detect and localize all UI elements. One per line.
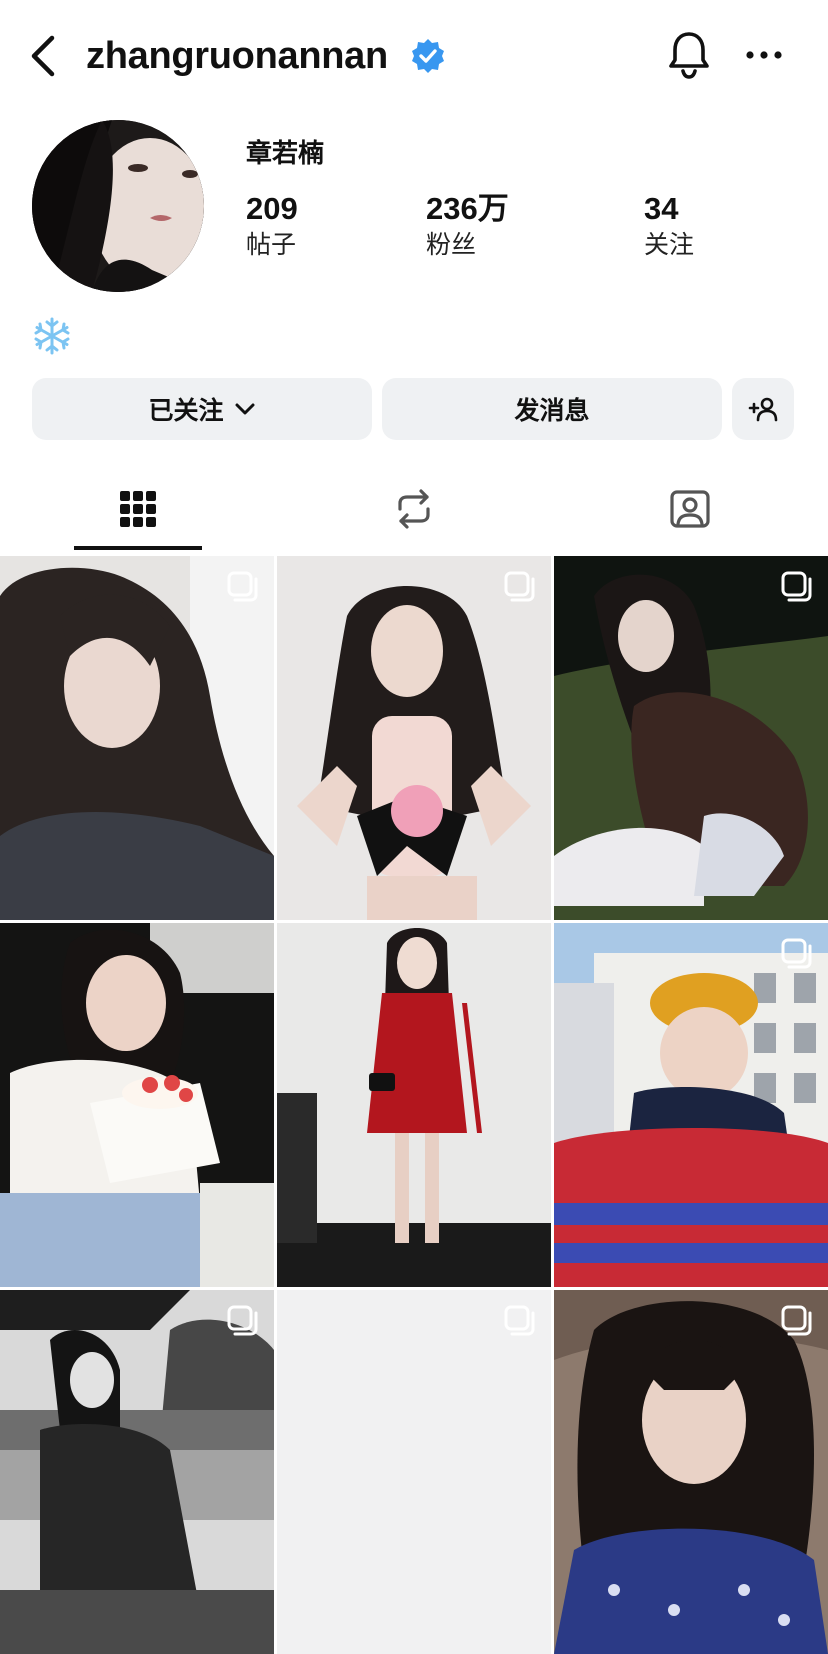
active-tab-indicator bbox=[74, 546, 202, 550]
posts-count: 209 bbox=[246, 191, 298, 226]
post-thumbnail[interactable] bbox=[0, 1290, 274, 1654]
suggested-users-button[interactable] bbox=[732, 378, 794, 440]
followers-label: 粉丝 bbox=[426, 231, 477, 259]
post-photo bbox=[554, 556, 828, 920]
message-button-label: 发消息 bbox=[514, 397, 590, 425]
avatar-photo bbox=[32, 120, 204, 292]
multiple-photos-icon bbox=[781, 938, 812, 969]
tab-posts[interactable] bbox=[0, 466, 276, 552]
following-button-label: 已关注 bbox=[148, 397, 224, 425]
back-chevron-icon[interactable] bbox=[22, 32, 66, 80]
post-photo bbox=[277, 556, 551, 920]
repost-icon bbox=[398, 489, 430, 529]
profile-tabs bbox=[0, 466, 828, 552]
post-thumbnail[interactable] bbox=[277, 556, 551, 920]
grid-icon bbox=[120, 491, 156, 527]
tab-reposts[interactable] bbox=[276, 466, 552, 552]
stat-following[interactable]: 34 关注 bbox=[644, 190, 694, 262]
display-name: 章若楠 bbox=[246, 138, 325, 168]
multiple-photos-icon bbox=[504, 571, 535, 602]
post-thumbnail[interactable] bbox=[0, 556, 274, 920]
followers-count: 236万 bbox=[426, 191, 509, 226]
multiple-photos-icon bbox=[781, 1305, 812, 1336]
posts-label: 帖子 bbox=[246, 231, 297, 259]
following-button[interactable]: 已关注 bbox=[32, 378, 372, 440]
post-photo bbox=[0, 1290, 274, 1654]
profile-username: zhangruonannan bbox=[86, 35, 388, 77]
following-label: 关注 bbox=[644, 231, 695, 259]
post-thumbnail[interactable] bbox=[277, 923, 551, 1287]
verified-badge-icon bbox=[412, 39, 444, 73]
message-button[interactable]: 发消息 bbox=[382, 378, 722, 440]
posts-grid bbox=[0, 556, 828, 1654]
snowflake-icon bbox=[34, 317, 70, 355]
post-thumbnail[interactable] bbox=[554, 556, 828, 920]
multiple-photos-icon bbox=[504, 1305, 535, 1336]
post-thumbnail[interactable] bbox=[277, 1290, 551, 1654]
post-thumbnail[interactable] bbox=[554, 1290, 828, 1654]
tab-tagged[interactable] bbox=[552, 466, 828, 552]
tagged-person-icon bbox=[670, 490, 710, 528]
post-thumbnail[interactable] bbox=[0, 923, 274, 1287]
stat-followers[interactable]: 236万 粉丝 bbox=[426, 190, 509, 262]
post-photo bbox=[554, 923, 828, 1287]
profile-avatar[interactable] bbox=[32, 120, 204, 292]
top-bar: zhangruonannan bbox=[0, 0, 828, 110]
more-icon[interactable] bbox=[742, 38, 786, 72]
bell-icon[interactable] bbox=[666, 28, 712, 80]
post-photo bbox=[277, 923, 551, 1287]
chevron-down-icon bbox=[235, 403, 254, 415]
following-count: 34 bbox=[644, 191, 679, 226]
multiple-photos-icon bbox=[781, 571, 812, 602]
post-photo bbox=[554, 1290, 828, 1654]
post-photo bbox=[0, 556, 274, 920]
post-photo bbox=[0, 923, 274, 1287]
stat-posts[interactable]: 209 帖子 bbox=[246, 190, 298, 262]
multiple-photos-icon bbox=[227, 571, 258, 602]
add-person-icon bbox=[748, 397, 778, 422]
post-thumbnail[interactable] bbox=[554, 923, 828, 1287]
multiple-photos-icon bbox=[227, 1305, 258, 1336]
